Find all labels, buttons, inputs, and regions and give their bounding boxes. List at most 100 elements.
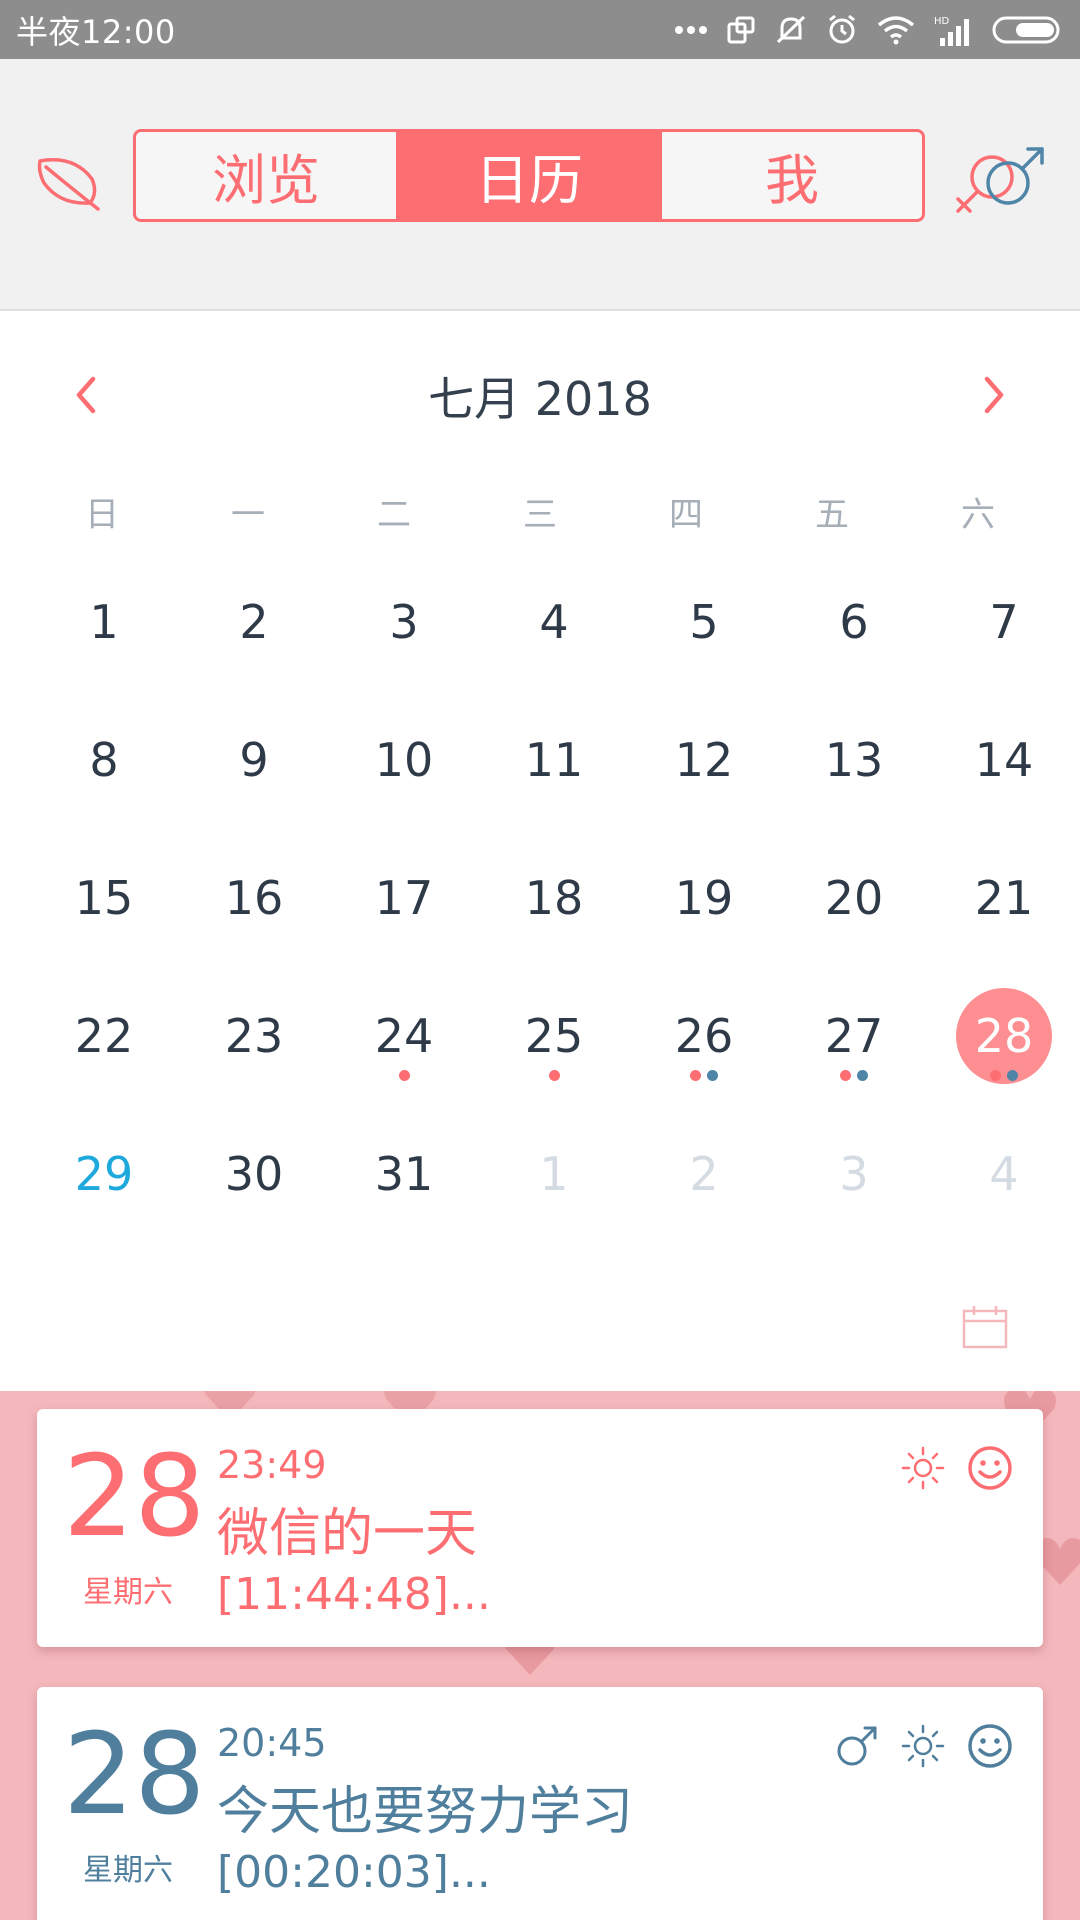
gender-icon[interactable] (952, 143, 1048, 223)
day-number: 22 (74, 1009, 134, 1063)
day-number: 4 (539, 595, 569, 649)
svg-text:HD: HD (934, 16, 950, 27)
day-cell[interactable]: 4 (479, 553, 629, 691)
smile-icon (968, 1446, 1012, 1490)
day-number: 18 (524, 871, 584, 925)
day-cell[interactable]: 1 (479, 1105, 629, 1243)
entry-dots (629, 1070, 779, 1081)
weekday-label: 六 (961, 495, 995, 535)
day-cell[interactable]: 10 (329, 691, 479, 829)
day-cell-selected[interactable]: 28 (929, 967, 1079, 1105)
day-cell[interactable]: 8 (29, 691, 179, 829)
day-number: 29 (74, 1147, 134, 1201)
alarm-icon (829, 14, 855, 43)
day-cell[interactable]: 26 (629, 967, 779, 1105)
day-cell[interactable]: 16 (179, 829, 329, 967)
day-number: 9 (239, 733, 269, 787)
day-cell[interactable]: 25 (479, 967, 629, 1105)
weekday-header: 日 一 二 三 四 五 六 (0, 487, 1080, 547)
day-number: 20 (824, 871, 884, 925)
day-cell[interactable]: 31 (329, 1105, 479, 1243)
status-icons: HD (674, 14, 1064, 46)
day-cell[interactable]: 2 (179, 553, 329, 691)
day-cell[interactable]: 15 (29, 829, 179, 967)
day-cell-today[interactable]: 29 (29, 1105, 179, 1243)
day-cell[interactable]: 20 (779, 829, 929, 967)
diary-entry[interactable]: 28 星期六 20:45 今天也要努力学习 [00:20:03]... (37, 1687, 1043, 1920)
status-time: 半夜12:00 (16, 12, 176, 51)
day-cell[interactable]: 19 (629, 829, 779, 967)
entry-dot-red (398, 1070, 410, 1081)
day-cell[interactable]: 7 (929, 553, 1079, 691)
tab-calendar[interactable]: 日历 (396, 132, 659, 219)
day-cell[interactable]: 4 (929, 1105, 1079, 1243)
day-cell[interactable]: 17 (329, 829, 479, 967)
day-grid: 1 2 3 4 5 6 7 8 9 10 11 12 13 14 15 16 17 18 19 20 21 22 23 24 2… (29, 553, 1079, 1243)
day-number: 23 (224, 1009, 284, 1063)
day-number: 4 (989, 1147, 1019, 1201)
day-number: 15 (74, 871, 134, 925)
day-number: 27 (824, 1009, 884, 1063)
entry-dot-red (690, 1070, 701, 1081)
day-cell[interactable]: 24 (329, 967, 479, 1105)
day-cell[interactable]: 3 (779, 1105, 929, 1243)
day-number: 12 (674, 733, 734, 787)
leaf-icon[interactable] (34, 147, 104, 217)
day-number: 6 (839, 595, 869, 649)
day-cell[interactable]: 2 (629, 1105, 779, 1243)
calendar: 七月 2018 日 一 二 三 四 五 六 1 2 3 4 5 6 7 8 9 10 11 12 13 1… (0, 313, 1080, 1391)
day-cell[interactable]: 11 (479, 691, 629, 829)
next-month-button[interactable] (964, 365, 1024, 425)
day-cell[interactable]: 21 (929, 829, 1079, 967)
chevron-right-icon (984, 376, 1004, 414)
weekday-label: 一 (231, 495, 265, 535)
day-number: 19 (674, 871, 734, 925)
day-number: 25 (524, 1009, 584, 1063)
day-number: 14 (974, 733, 1034, 787)
day-cell[interactable]: 22 (29, 967, 179, 1105)
entry-dot-blue (707, 1070, 718, 1081)
calendar-icon[interactable] (961, 1303, 1009, 1351)
sun-icon (901, 1446, 945, 1490)
day-cell[interactable]: 5 (629, 553, 779, 691)
day-number: 13 (824, 733, 884, 787)
day-cell[interactable]: 14 (929, 691, 1079, 829)
entry-weekday: 星期六 (83, 1575, 173, 1610)
day-cell[interactable]: 3 (329, 553, 479, 691)
app-header: 浏览 日历 我 (0, 59, 1080, 311)
mute-icon (776, 15, 806, 43)
day-cell[interactable]: 23 (179, 967, 329, 1105)
entry-dots (779, 1070, 929, 1081)
entry-time: 20:45 (217, 1721, 327, 1765)
day-number: 2 (689, 1147, 719, 1201)
day-cell[interactable]: 12 (629, 691, 779, 829)
screen-rotate-icon (727, 16, 755, 43)
tab-browse[interactable]: 浏览 (136, 132, 396, 219)
day-cell[interactable]: 1 (29, 553, 179, 691)
day-number: 28 (974, 1009, 1034, 1063)
day-cell[interactable]: 9 (179, 691, 329, 829)
entry-title: 微信的一天 (217, 1504, 478, 1564)
entry-dots (479, 1070, 629, 1081)
diary-entry[interactable]: 28 星期六 23:49 微信的一天 [11:44:48]... (37, 1409, 1043, 1647)
day-number: 2 (239, 595, 269, 649)
diary-list: 28 星期六 23:49 微信的一天 [11:44:48]... 28 星期六 … (0, 1391, 1080, 1920)
entry-dot-blue (857, 1070, 868, 1081)
day-cell[interactable]: 30 (179, 1105, 329, 1243)
weekday-label: 二 (377, 495, 411, 535)
entry-time: 23:49 (217, 1443, 327, 1487)
entry-day: 28 (63, 1432, 206, 1562)
entry-icons (901, 1445, 1013, 1491)
day-cell[interactable]: 18 (479, 829, 629, 967)
entry-dot-red (990, 1070, 1001, 1081)
entry-dots (329, 1070, 479, 1081)
tab-me[interactable]: 我 (659, 132, 922, 219)
more-dots-icon (675, 25, 707, 34)
day-cell[interactable]: 13 (779, 691, 929, 829)
day-cell[interactable]: 27 (779, 967, 929, 1105)
day-cell[interactable]: 6 (779, 553, 929, 691)
weekday-label: 日 (85, 495, 119, 535)
entry-title: 今天也要努力学习 (217, 1782, 634, 1842)
day-number: 16 (224, 871, 284, 925)
calendar-week: 8 9 10 11 12 13 14 (29, 691, 1079, 829)
